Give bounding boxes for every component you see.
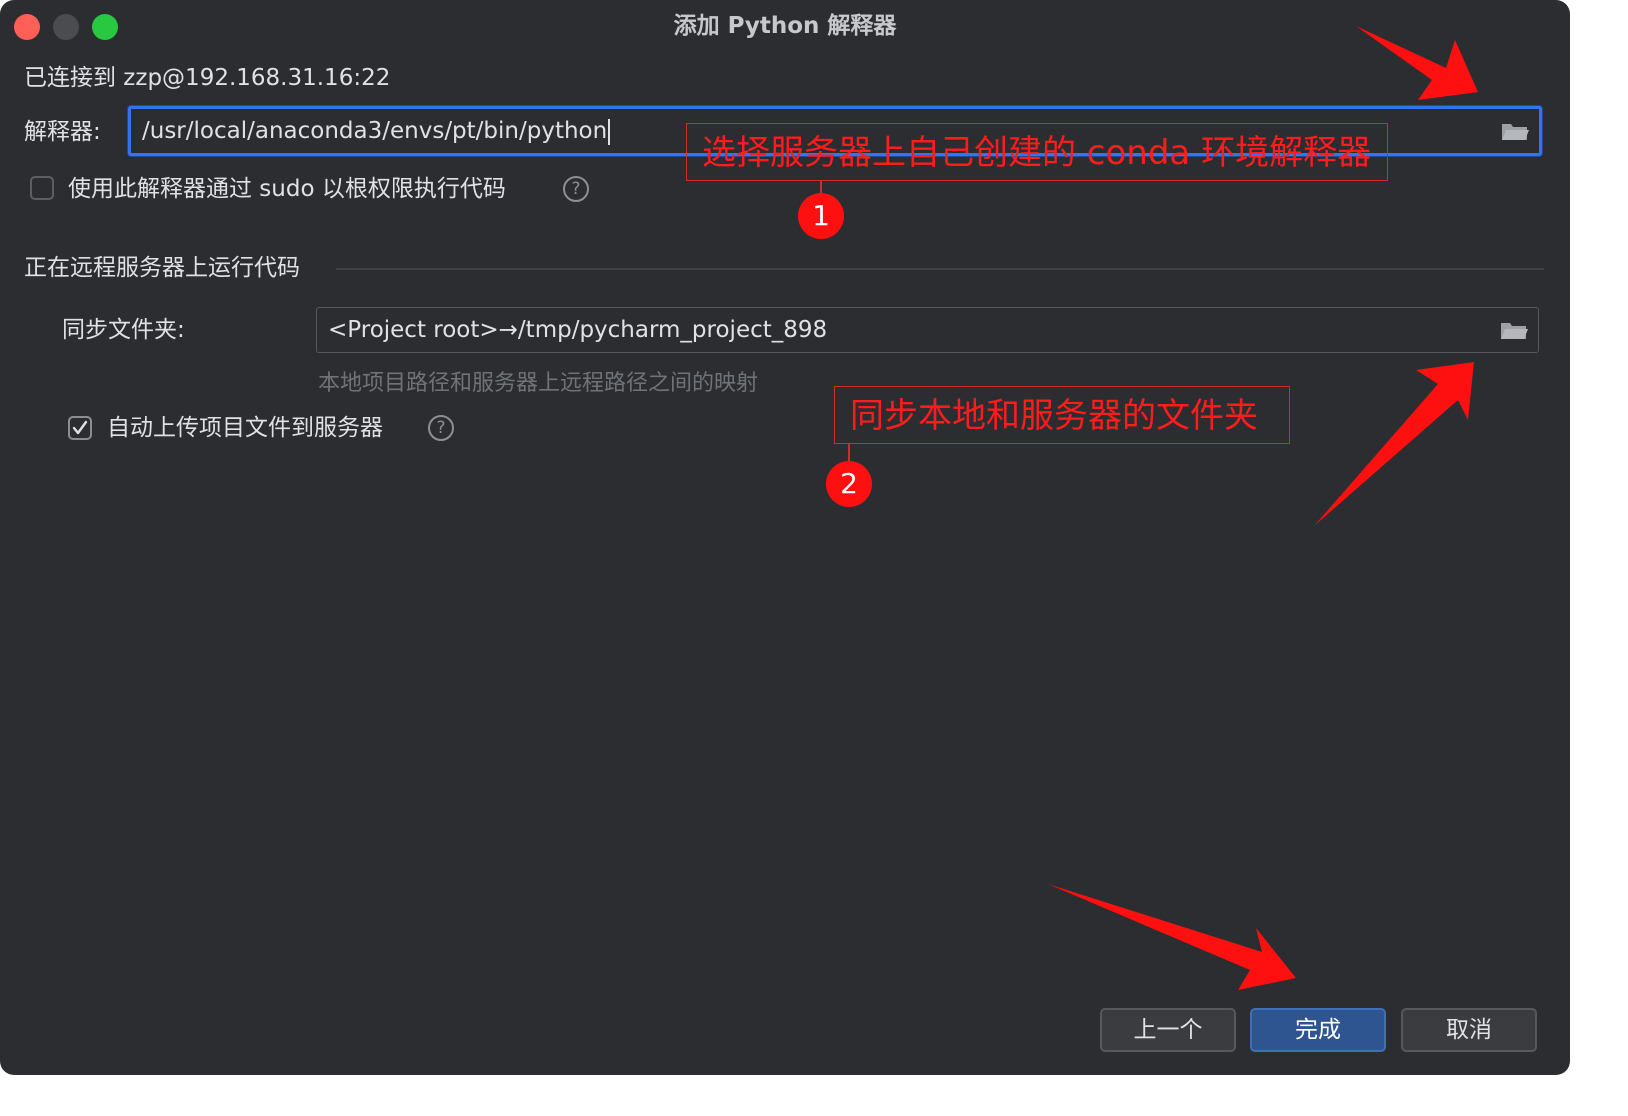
annotation-arrows xyxy=(1048,26,1478,990)
annotation-arrow-sync-folder xyxy=(1314,362,1474,526)
annotation-arrow-finish-button xyxy=(1048,884,1296,990)
annotation-arrow-interpreter-folder xyxy=(1356,26,1478,100)
add-python-interpreter-dialog: 添加 Python 解释器 已连接到 zzp@192.168.31.16:22 … xyxy=(0,0,1570,1075)
